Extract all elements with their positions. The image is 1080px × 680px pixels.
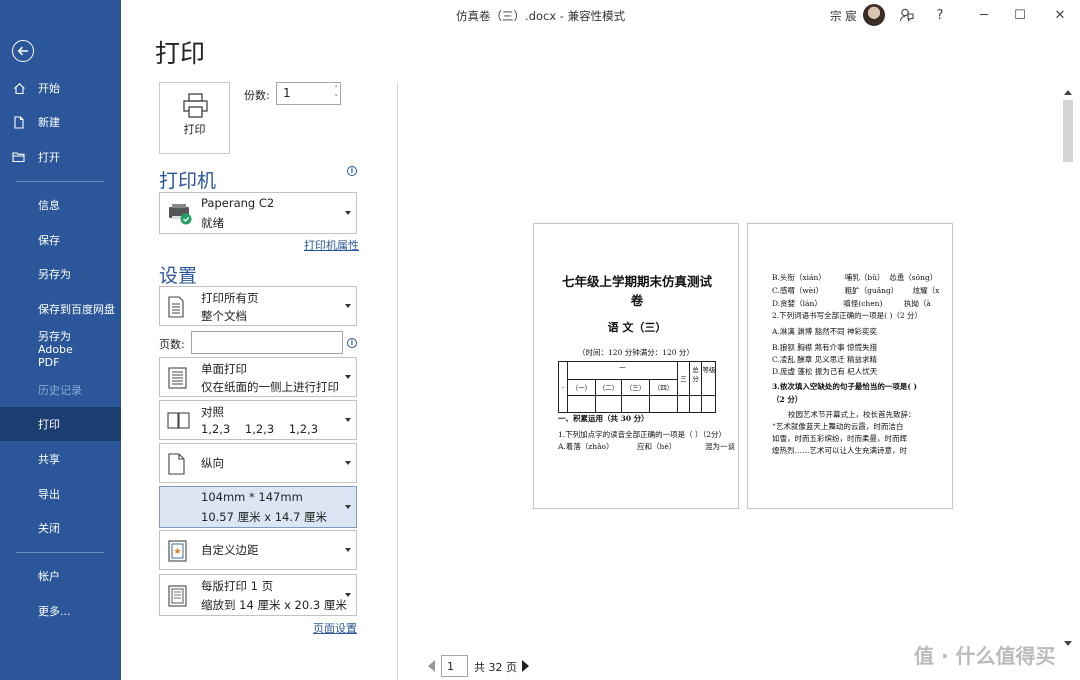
exam-section: 一、积累运用（共 30 分） — [558, 414, 649, 423]
printer-select[interactable]: Paperang C2 就绪 — [159, 192, 357, 234]
sidebar-item-new[interactable]: 新建 — [0, 105, 121, 139]
backstage-sidebar: 开始 新建 打开 信息 保存 另存为 保存到百度网盘 另存为 Adobe PDF… — [0, 0, 121, 680]
sidebar-item-close[interactable]: 关闭 — [0, 511, 121, 545]
chevron-down-icon — [345, 304, 351, 308]
user-name[interactable]: 宗 宸 — [830, 8, 857, 24]
printer-name: Paperang C2 — [201, 196, 275, 210]
chevron-down-icon — [345, 548, 351, 552]
open-folder-icon — [0, 151, 38, 163]
sidebar-item-save[interactable]: 保存 — [0, 223, 121, 257]
custom-margins-icon — [168, 540, 187, 562]
preview-page-2: B.头衔（xián） 哺乳（bǔ） 怂恿（sǒng） C.感喟（wèi） 粗犷（… — [747, 223, 953, 509]
copies-label: 份数: — [244, 89, 270, 102]
scrollbar-thumb[interactable] — [1063, 100, 1073, 162]
stepper-down-icon[interactable]: ˅ — [335, 94, 339, 102]
sidebar-item-print[interactable]: 打印 — [0, 407, 121, 441]
preview-scrollbar[interactable] — [1060, 82, 1076, 652]
home-icon — [0, 82, 38, 95]
panel-divider — [397, 82, 398, 680]
chevron-down-icon — [345, 375, 351, 379]
print-button-label: 打印 — [183, 123, 206, 136]
exam-question-1: 1.下列加点字的读音全部正确的一项是（ ）（2分） — [558, 430, 727, 439]
sidebar-item-share[interactable]: 共享 — [0, 442, 121, 476]
exam-time-note: （时间：120 分钟满分：120 分） — [578, 348, 694, 357]
pages-per-sheet-icon — [168, 585, 187, 607]
stepper-up-icon[interactable]: ˄ — [335, 85, 339, 93]
orientation-select[interactable]: 纵向 — [159, 443, 357, 483]
next-page-icon[interactable] — [522, 660, 529, 672]
back-arrow-icon[interactable] — [12, 40, 34, 62]
pages-icon — [168, 296, 184, 318]
portrait-icon — [168, 453, 185, 475]
total-pages: 共 32 页 — [474, 661, 517, 674]
copies-value: 1 — [283, 86, 291, 100]
printer-icon — [183, 93, 208, 118]
pages-per-sheet-select[interactable]: 每版打印 1 页 缩放到 14 厘米 x 20.3 厘米 — [159, 574, 357, 616]
sidebar-item-save-baidu[interactable]: 保存到百度网盘 — [0, 292, 121, 326]
exam-title-line1: 七年级上学期期末仿真测试 — [561, 274, 712, 289]
sidebar-item-save-as[interactable]: 另存为 — [0, 257, 121, 291]
chevron-down-icon — [345, 418, 351, 422]
printer-section-title: 打印机 — [159, 170, 217, 192]
sidebar-divider — [16, 181, 104, 182]
print-range-select[interactable]: 打印所有页 整个文档 — [159, 286, 357, 326]
chevron-down-icon — [345, 593, 351, 597]
paper-size-select[interactable]: 104mm * 147mm 10.57 厘米 x 14.7 厘米 — [159, 486, 357, 528]
copies-stepper[interactable]: 1 ˄ ˅ — [276, 82, 341, 105]
help-icon[interactable]: ? — [930, 5, 950, 25]
sidebar-item-info[interactable]: 信息 — [0, 188, 121, 222]
print-button[interactable]: 打印 — [159, 82, 230, 154]
page-setup-link[interactable]: 页面设置 — [313, 620, 357, 636]
feedback-icon[interactable] — [897, 5, 917, 25]
exam-subject: 语 文（三） — [607, 321, 667, 334]
restore-button[interactable]: ☐ — [1010, 5, 1030, 25]
previous-page-icon[interactable] — [428, 660, 435, 672]
sidebar-item-export[interactable]: 导出 — [0, 477, 121, 511]
scroll-down-icon[interactable] — [1064, 641, 1072, 646]
sidebar-item-save-as-pdf[interactable]: 另存为 Adobe PDF — [0, 329, 121, 369]
pages-input[interactable] — [191, 331, 343, 354]
close-button[interactable]: ✕ — [1050, 5, 1070, 25]
sidebar-item-home[interactable]: 开始 — [0, 71, 121, 105]
title-bar: 仿真卷（三）.docx - 兼容性模式 宗 宸 ? ─ ☐ ✕ — [121, 0, 1080, 30]
info-icon[interactable]: i — [347, 338, 357, 348]
printer-properties-link[interactable]: 打印机属性 — [304, 237, 359, 253]
sides-select[interactable]: 单面打印 仅在纸面的一侧上进行打印 — [159, 357, 357, 397]
chevron-down-icon — [345, 505, 351, 509]
margins-select[interactable]: 自定义边距 — [159, 530, 357, 570]
new-document-icon — [0, 115, 38, 129]
exam-title-line2: 卷 — [630, 293, 644, 308]
sidebar-item-history: 历史记录 — [38, 384, 82, 397]
scroll-up-icon[interactable] — [1064, 90, 1072, 95]
printer-status: 就绪 — [201, 216, 224, 230]
one-sided-icon — [168, 367, 187, 389]
sidebar-item-more[interactable]: 更多... — [0, 594, 121, 628]
settings-section-title: 设置 — [159, 265, 198, 287]
pages-label: 页数: — [159, 338, 185, 351]
chevron-down-icon — [345, 211, 351, 215]
score-table: - 一 （一） （二） （三） （四） 三 总分 等级 — [558, 361, 716, 413]
sidebar-item-open[interactable]: 打开 — [0, 140, 121, 174]
current-page-input[interactable]: 1 — [441, 655, 468, 677]
printer-device-icon — [169, 204, 192, 225]
minimize-button[interactable]: ─ — [974, 5, 994, 25]
page-title: 打印 — [155, 39, 206, 68]
collate-select[interactable]: 对照 1,2,3 1,2,3 1,2,3 — [159, 400, 357, 440]
watermark: 值 · 什么值得买 — [914, 644, 1056, 668]
avatar[interactable] — [863, 4, 885, 26]
info-icon[interactable]: i — [347, 166, 357, 176]
collate-icon — [167, 412, 190, 429]
sidebar-item-account[interactable]: 帐户 — [0, 559, 121, 593]
chevron-down-icon — [345, 461, 351, 465]
sidebar-divider — [16, 552, 104, 553]
preview-page-1: 七年级上学期期末仿真测试 卷 语 文（三） （时间：120 分钟满分：120 分… — [533, 223, 739, 509]
document-title: 仿真卷（三）.docx - 兼容性模式 — [456, 9, 626, 23]
